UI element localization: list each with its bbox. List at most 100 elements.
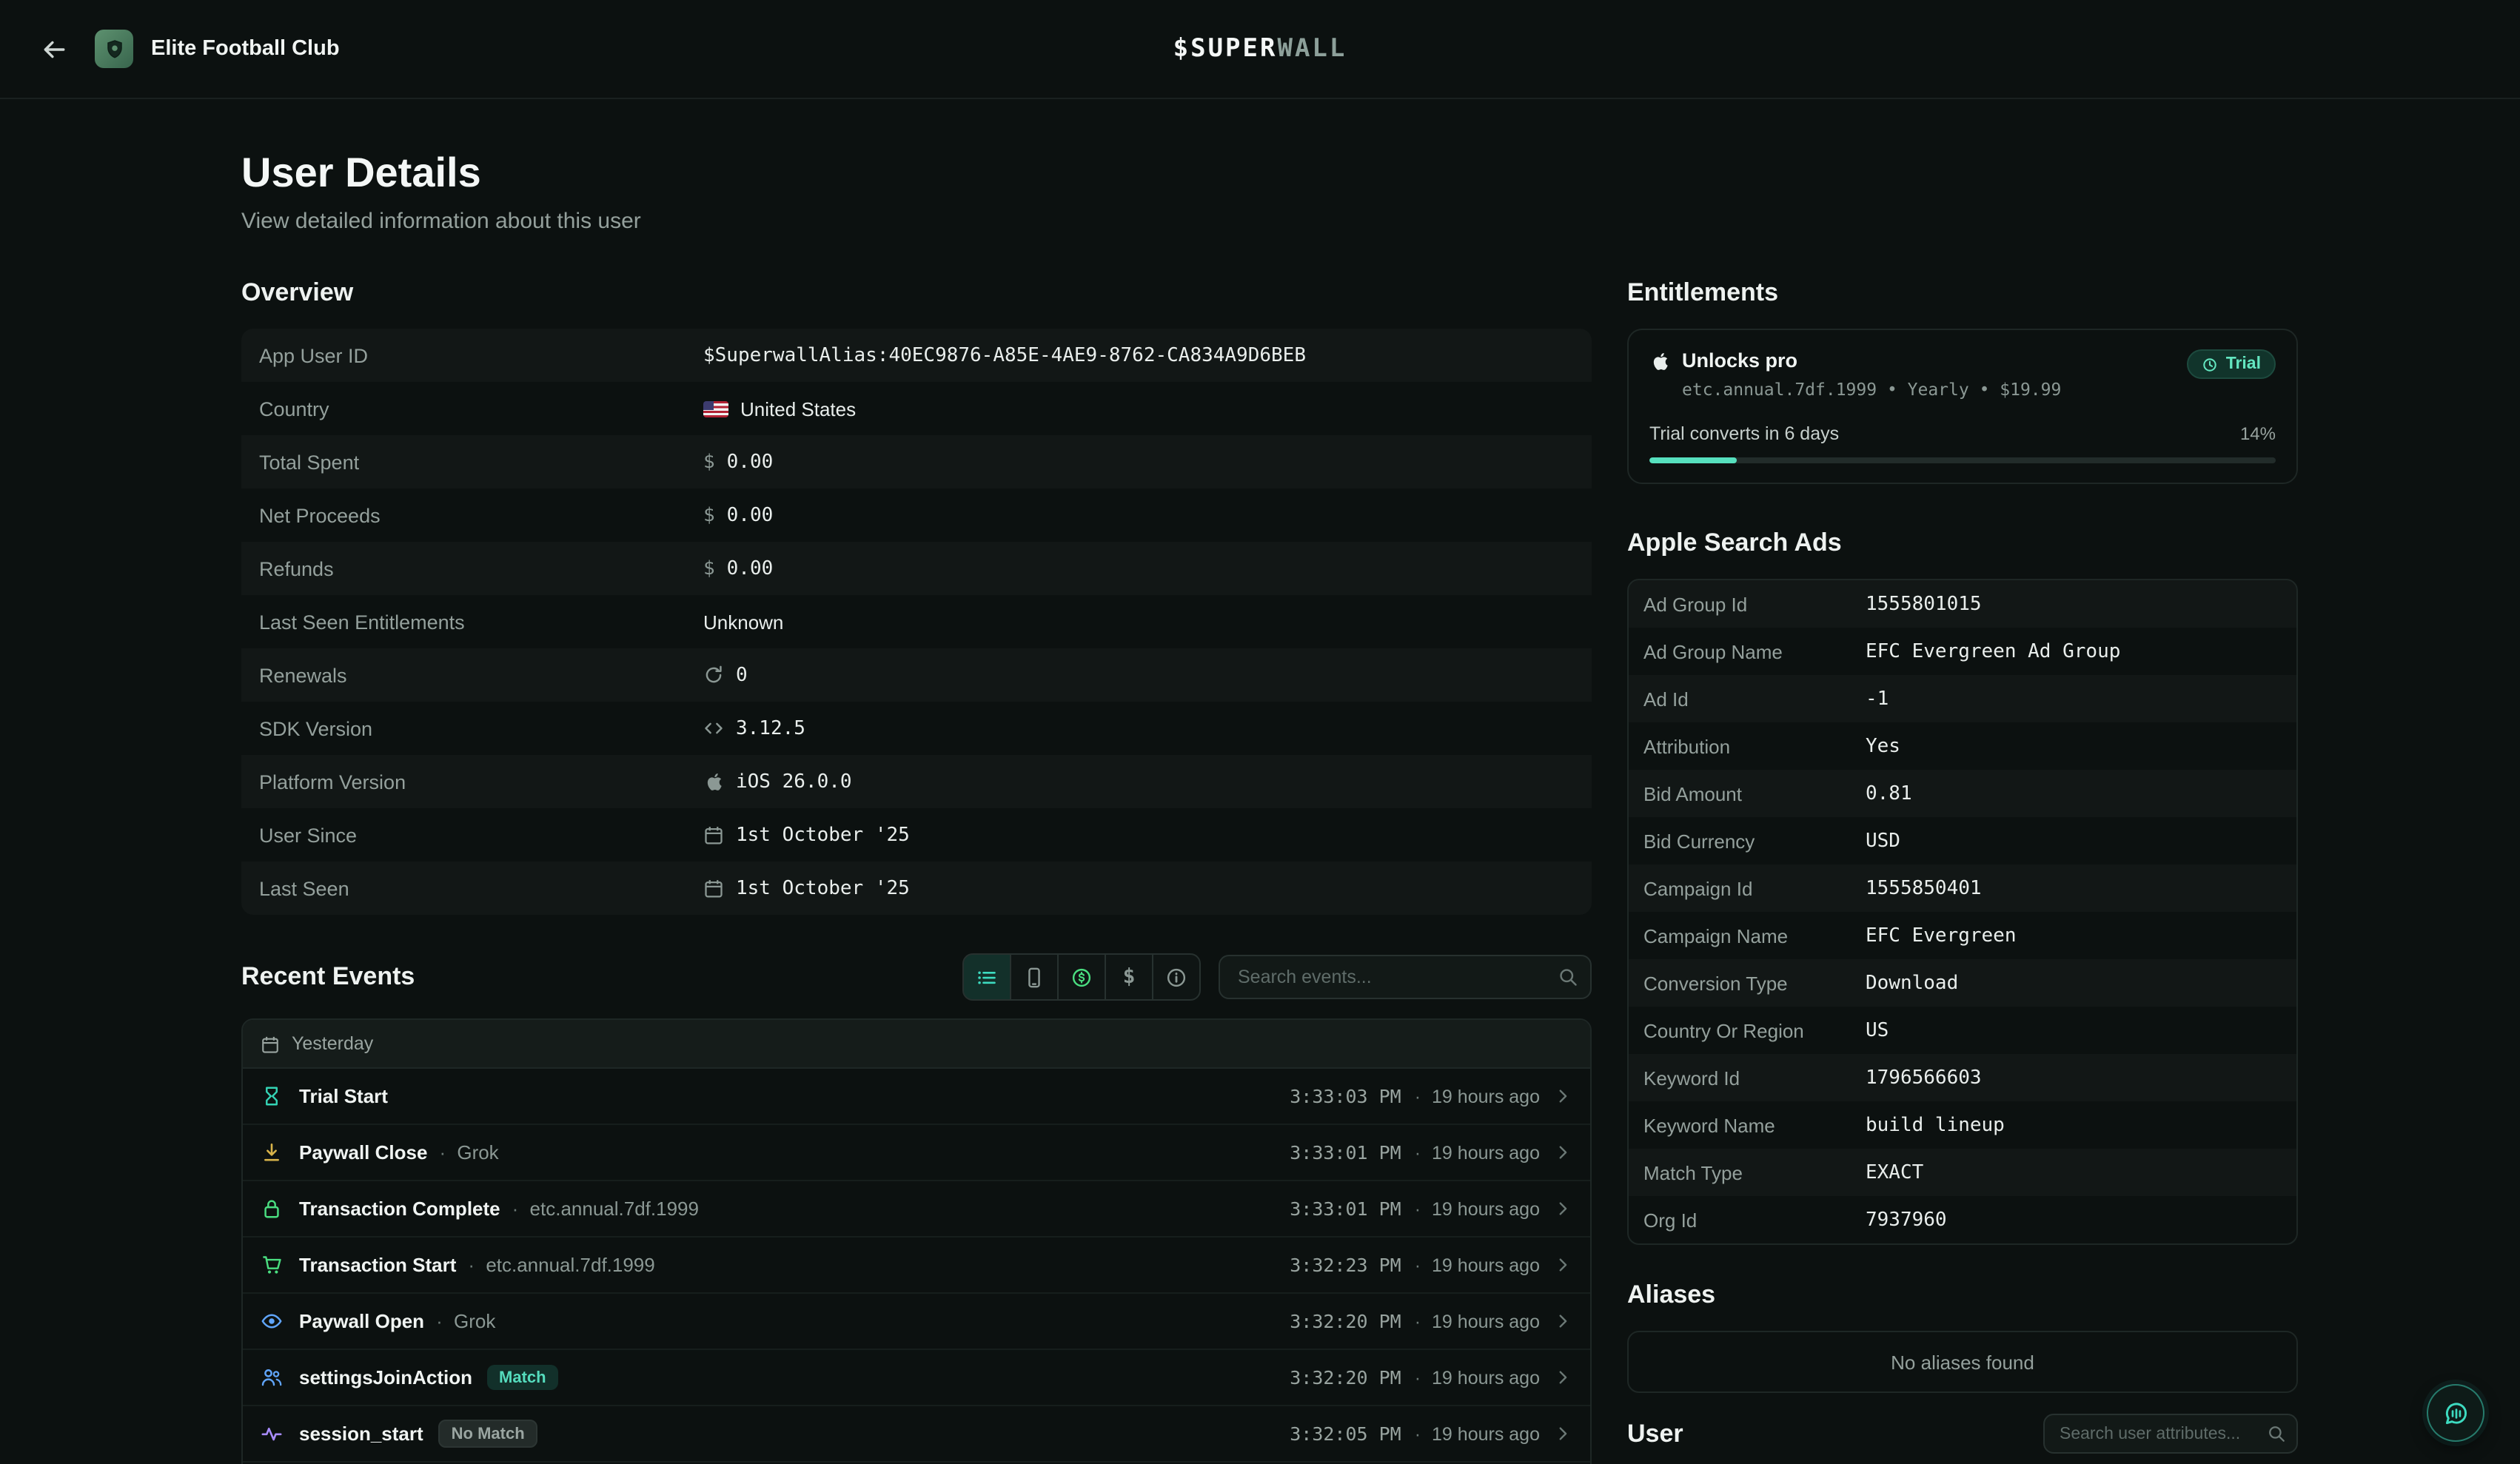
- table-row: Campaign NameEFC Evergreen: [1629, 912, 2296, 959]
- arrow-left-icon: [41, 36, 66, 61]
- table-row: Ad Group Id1555801015: [1629, 580, 2296, 628]
- row-value: United States: [740, 397, 856, 420]
- coin-icon: [1070, 966, 1093, 988]
- row-label: Campaign Name: [1643, 924, 1866, 947]
- filter-info-button[interactable]: [1153, 955, 1199, 999]
- trial-progress-bar: [1649, 457, 2276, 463]
- row-label: Attribution: [1643, 735, 1866, 757]
- row-label: Keyword Name: [1643, 1114, 1866, 1136]
- event-name: Trial Start: [299, 1085, 388, 1107]
- dollar-icon: [703, 557, 715, 580]
- calendar-icon: [703, 878, 724, 899]
- event-row[interactable]: Transaction Complete etc.annual.7df.1999…: [243, 1181, 1590, 1238]
- table-row: Net Proceeds 0.00: [241, 488, 1592, 542]
- event-filter-group: [962, 953, 1201, 1001]
- event-ago: 19 hours ago: [1415, 1311, 1540, 1332]
- code-icon: [703, 718, 724, 739]
- event-time: 3:33:01 PM: [1290, 1141, 1401, 1164]
- users-icon: [261, 1366, 284, 1389]
- table-row: Campaign Id1555850401: [1629, 864, 2296, 912]
- row-label: Conversion Type: [1643, 972, 1866, 994]
- row-value: iOS 26.0.0: [736, 770, 852, 793]
- dollar-icon: [1123, 964, 1136, 990]
- event-ago: 19 hours ago: [1415, 1198, 1540, 1219]
- overview-title: Overview: [241, 278, 1592, 308]
- event-name: Paywall Close: [299, 1141, 427, 1164]
- app-logo[interactable]: [95, 30, 133, 68]
- trial-percent: 14%: [2240, 423, 2276, 444]
- row-value: 3.12.5: [736, 717, 805, 739]
- app-window: Elite Football Club $SUPERWALL User Deta…: [0, 0, 2520, 1464]
- table-row: Ad Group NameEFC Evergreen Ad Group: [1629, 628, 2296, 675]
- filter-device-events-button[interactable]: [1011, 955, 1059, 999]
- event-row[interactable]: session_start No Match 3:32:05 PM19 hour…: [243, 1406, 1590, 1463]
- user-attributes-search-input[interactable]: [2043, 1414, 2298, 1454]
- app-name: Elite Football Club: [151, 37, 340, 61]
- event-row[interactable]: settingsJoinAction Match 3:32:20 PM19 ho…: [243, 1350, 1590, 1406]
- calendar-icon: [703, 825, 724, 845]
- event-row[interactable]: Paywall Close Grok 3:33:01 PM19 hours ag…: [243, 1125, 1590, 1181]
- row-label: Org Id: [1643, 1209, 1866, 1231]
- event-name: Transaction Start: [299, 1254, 456, 1276]
- row-value: 1796566603: [1866, 1067, 1982, 1089]
- table-row: SDK Version 3.12.5: [241, 702, 1592, 755]
- row-label: Campaign Id: [1643, 877, 1866, 899]
- row-label: Country: [259, 397, 703, 420]
- hourglass-icon: [261, 1085, 284, 1107]
- row-value: 1555850401: [1866, 877, 1982, 899]
- chat-support-button[interactable]: [2427, 1384, 2484, 1442]
- event-time: 3:32:20 PM: [1290, 1310, 1401, 1332]
- entitlement-name: Unlocks pro: [1682, 349, 2061, 372]
- events-group-header: Yesterday: [243, 1020, 1590, 1069]
- back-button[interactable]: [33, 28, 74, 70]
- row-label: Ad Group Id: [1643, 593, 1866, 615]
- us-flag-icon: [703, 400, 728, 417]
- events-group-label: Yesterday: [292, 1033, 373, 1054]
- row-value: EFC Evergreen: [1866, 924, 2017, 947]
- overview-table: App User ID $SuperwallAlias:40EC9876-A85…: [241, 329, 1592, 915]
- filter-transactions-button[interactable]: [1106, 955, 1153, 999]
- table-row: Last Seen 1st October '25: [241, 862, 1592, 915]
- event-row[interactable]: Transaction Start etc.annual.7df.1999 3:…: [243, 1238, 1590, 1294]
- chevron-right-icon: [1553, 1312, 1572, 1331]
- row-label: Keyword Id: [1643, 1067, 1866, 1089]
- event-name: Transaction Complete: [299, 1198, 500, 1220]
- row-value: EXACT: [1866, 1161, 1923, 1183]
- row-label: Bid Currency: [1643, 830, 1866, 852]
- row-value: 0.00: [727, 557, 774, 580]
- page-subtitle: View detailed information about this use…: [241, 209, 2298, 234]
- apple-icon: [1649, 351, 1670, 372]
- row-label: Match Type: [1643, 1161, 1866, 1183]
- event-row[interactable]: Trial Start 3:33:03 PM19 hours ago: [243, 1069, 1590, 1125]
- trial-badge: Trial: [2188, 349, 2276, 379]
- table-row: Renewals 0: [241, 648, 1592, 702]
- events-list: Yesterday Trial Start 3:33:03 PM19 hours…: [241, 1018, 1592, 1464]
- row-label: Country Or Region: [1643, 1019, 1866, 1041]
- event-time: 3:33:03 PM: [1290, 1085, 1401, 1107]
- no-match-badge: No Match: [438, 1420, 538, 1448]
- dollar-icon: [703, 504, 715, 526]
- row-value: Yes: [1866, 735, 1900, 757]
- apple-search-ads-section: Apple Search Ads Ad Group Id1555801015 A…: [1627, 528, 2298, 1245]
- row-label: App User ID: [259, 344, 703, 366]
- table-row: User Since 1st October '25: [241, 808, 1592, 862]
- event-row[interactable]: Paywall Open Grok 3:32:20 PM19 hours ago: [243, 1294, 1590, 1350]
- events-search: [1219, 955, 1592, 999]
- event-ago: 19 hours ago: [1415, 1142, 1540, 1163]
- event-subtitle: etc.annual.7df.1999: [465, 1254, 654, 1276]
- entitlements-title: Entitlements: [1627, 278, 2298, 308]
- trial-progress-fill: [1649, 457, 1737, 463]
- row-value: 7937960: [1866, 1209, 1947, 1231]
- chevron-right-icon: [1553, 1424, 1572, 1443]
- apple-search-ads-table: Ad Group Id1555801015 Ad Group NameEFC E…: [1627, 579, 2298, 1245]
- top-bar: Elite Football Club $SUPERWALL: [0, 0, 2520, 99]
- filter-all-events-button[interactable]: [964, 955, 1011, 999]
- filter-revenue-events-button[interactable]: [1059, 955, 1106, 999]
- events-search-input[interactable]: [1219, 955, 1592, 999]
- row-value: 1st October '25: [736, 824, 910, 846]
- table-row: Platform Version iOS 26.0.0: [241, 755, 1592, 808]
- row-value: Download: [1866, 972, 1958, 994]
- entitlement-details: etc.annual.7df.1999 • Yearly • $19.99: [1682, 379, 2061, 400]
- row-label: Last Seen Entitlements: [259, 611, 703, 633]
- row-label: Ad Group Name: [1643, 640, 1866, 662]
